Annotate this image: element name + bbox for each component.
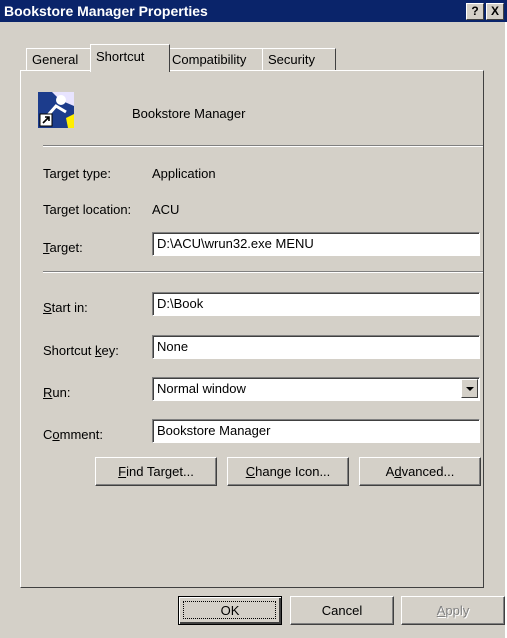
target-location-value: ACU [152, 202, 180, 217]
run-label-text: un: [52, 385, 71, 400]
properties-dialog: Bookstore Manager Properties ? X General… [0, 0, 507, 638]
comment-label-text: mment: [59, 427, 103, 442]
title-bar[interactable]: Bookstore Manager Properties ? X [0, 0, 507, 22]
target-type-label: Target type: [43, 166, 111, 181]
target-type-value: Application [152, 166, 216, 181]
tab-security-label: Security [268, 52, 315, 67]
find-target-access-key: F [118, 464, 127, 479]
run-select[interactable]: Normal window [152, 377, 480, 401]
advanced-button[interactable]: Advanced... [359, 457, 481, 486]
tab-security[interactable]: Security [262, 48, 336, 71]
help-button[interactable]: ? [466, 3, 484, 20]
window-title: Bookstore Manager Properties [4, 3, 208, 19]
target-input[interactable]: D:\ACU\wrun32.exe MENU [152, 232, 480, 256]
tab-general[interactable]: General [26, 48, 94, 71]
tab-compatibility-label: Compatibility [172, 52, 247, 67]
tab-compatibility[interactable]: Compatibility [166, 48, 266, 71]
comment-label-pre: C [43, 427, 53, 442]
app-shortcut-icon [38, 92, 74, 128]
separator-top [43, 145, 483, 147]
cancel-button[interactable]: Cancel [290, 596, 394, 625]
focus-rectangle [183, 601, 276, 619]
change-icon-access-key: C [245, 464, 256, 479]
target-label-text: arget: [49, 240, 83, 255]
start-in-input[interactable]: D:\Book [152, 292, 480, 316]
change-icon-button[interactable]: Change Icon... [227, 457, 349, 486]
advanced-access-key: d [394, 464, 402, 479]
tab-shortcut-label: Shortcut [96, 49, 145, 64]
dropdown-button[interactable] [461, 379, 478, 398]
apply-label: pply [445, 603, 470, 618]
run-label: Run: [43, 385, 70, 400]
shortcut-key-label-pre: Shortcut [43, 343, 96, 358]
find-target-button[interactable]: Find Target... [95, 457, 217, 486]
shortcut-key-input[interactable]: None [152, 335, 480, 359]
apply-button[interactable]: Apply [401, 596, 505, 625]
chevron-down-icon [466, 387, 474, 391]
start-in-label: Start in: [43, 300, 88, 315]
target-label: Target: [43, 240, 83, 255]
start-in-label-access-key: S [43, 300, 52, 315]
advanced-label: vanced... [401, 464, 455, 479]
tab-shortcut[interactable]: Shortcut [90, 44, 170, 72]
start-in-label-text: tart in: [51, 300, 88, 315]
comment-label: Comment: [43, 427, 103, 442]
comment-label-access-key: o [52, 427, 60, 442]
cancel-label: Cancel [321, 603, 363, 618]
find-target-label: ind Target... [126, 464, 194, 479]
tab-general-label: General [32, 52, 79, 67]
close-button[interactable]: X [486, 3, 504, 20]
ok-button[interactable]: OK [178, 596, 282, 625]
comment-input[interactable]: Bookstore Manager [152, 419, 480, 443]
shortcut-key-label-text: ey: [101, 343, 119, 358]
shortcut-name: Bookstore Manager [132, 106, 246, 121]
run-select-value: Normal window [157, 381, 246, 396]
separator-middle [43, 271, 483, 273]
target-location-label: Target location: [43, 202, 132, 217]
change-icon-label: hange Icon... [255, 464, 331, 479]
shortcut-tab-panel [20, 70, 484, 588]
run-label-access-key: R [43, 385, 53, 400]
shortcut-key-label: Shortcut key: [43, 343, 119, 358]
